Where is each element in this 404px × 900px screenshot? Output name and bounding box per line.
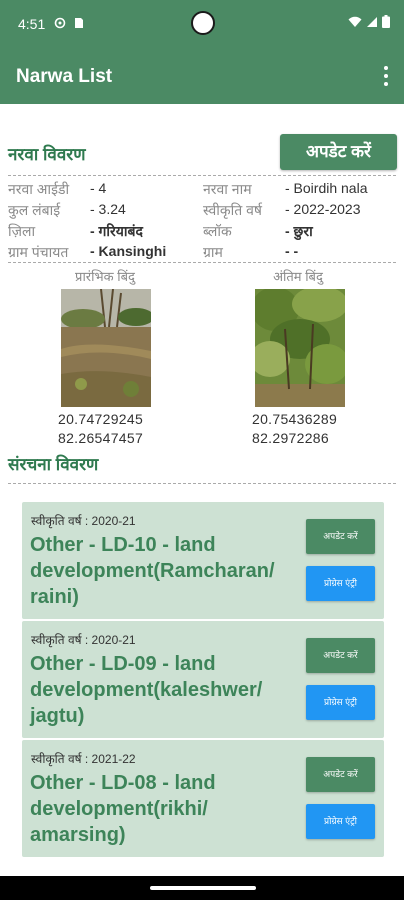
structure-name: Other - LD-08 - land development(rikhi/ … — [30, 772, 216, 846]
field-value: - Boirdih nala — [285, 180, 368, 196]
field-value: - 2022-2023 — [285, 201, 361, 217]
camera-cutout — [191, 11, 215, 35]
field-value: - - — [285, 243, 299, 259]
end-point-latitude: 20.75436289 — [252, 411, 338, 427]
structure-approval-year: स्वीकृति वर्ष : 2021-22 — [31, 752, 136, 766]
field-narwa-id: नरवा आईडी — [8, 180, 69, 199]
structure-progress-entry-button[interactable]: प्रोग्रेस एंट्री — [306, 685, 375, 720]
divider — [8, 175, 396, 176]
structure-progress-entry-button[interactable]: प्रोग्रेस एंट्री — [306, 804, 375, 839]
app-bar: Narwa List — [0, 50, 404, 104]
structure-update-button[interactable]: अपडेट करें — [306, 757, 375, 792]
navigation-bar — [0, 876, 404, 900]
sim-card-icon — [75, 18, 83, 28]
field-label: नरवा आईडी — [8, 181, 70, 197]
field-district: ज़िला — [8, 222, 35, 241]
app-screen: 4:51 Narwa List नरवा विवरण अपडेट करें नर… — [0, 0, 404, 900]
field-label: स्वीकृति वर्ष — [203, 202, 262, 218]
start-point-photo[interactable] — [61, 289, 151, 407]
field-gram-panchayat-value: - Kansinghi — [90, 243, 166, 259]
structure-approval-year: स्वीकृति वर्ष : 2020-21 — [31, 633, 136, 647]
structure-name: Other - LD-10 - land development(Ramchar… — [30, 534, 275, 608]
field-label: कुल लंबाई — [8, 202, 61, 218]
field-narwa-id-value: - 4 — [90, 180, 106, 196]
field-village: ग्राम — [203, 243, 223, 262]
field-label: ग्राम पंचायत — [8, 244, 69, 260]
field-length: कुल लंबाई — [8, 201, 60, 220]
divider — [8, 262, 396, 263]
signal-icon — [367, 16, 377, 27]
structure-section-title: संरचना विवरण — [8, 455, 99, 474]
start-point-latitude: 20.74729245 — [58, 411, 144, 427]
field-block-value: - छुरा — [285, 222, 313, 241]
field-value: - Kansinghi — [90, 243, 167, 259]
start-point-longitude: 82.26547457 — [58, 430, 144, 446]
field-gram-panchayat: ग्राम पंचायत — [8, 243, 68, 262]
structure-progress-entry-button[interactable]: प्रोग्रेस एंट्री — [306, 566, 375, 601]
field-village-value: - - — [285, 243, 298, 259]
field-block: ब्लॉक — [203, 222, 232, 241]
narwa-section-title: नरवा विवरण — [8, 145, 86, 164]
end-point-longitude: 82.2972286 — [252, 430, 329, 446]
structure-name: Other - LD-09 - land development(kaleshw… — [30, 653, 263, 727]
end-point-label: अंतिम बिंदु — [273, 269, 323, 284]
structure-update-button[interactable]: अपडेट करें — [306, 519, 375, 554]
narwa-update-button[interactable]: अपडेट करें — [280, 134, 397, 170]
field-approval-year-value: - 2022-2023 — [285, 201, 361, 217]
field-label: ग्राम — [203, 244, 223, 260]
overflow-menu-icon[interactable] — [382, 66, 390, 86]
field-value: - गरियाबंद — [90, 223, 143, 239]
field-label: नरवा नाम — [203, 181, 252, 197]
home-gesture-handle[interactable] — [150, 886, 256, 890]
structure-update-button[interactable]: अपडेट करें — [306, 638, 375, 673]
structure-card[interactable]: स्वीकृति वर्ष : 2020-21 Other - LD-09 - … — [22, 621, 384, 738]
status-indicators — [348, 15, 390, 28]
app-title: Narwa List — [16, 66, 113, 87]
field-length-value: - 3.24 — [90, 201, 126, 217]
status-bar: 4:51 — [0, 0, 404, 50]
field-label: ब्लॉक — [203, 223, 232, 239]
structure-card[interactable]: स्वीकृति वर्ष : 2021-22 Other - LD-08 - … — [22, 740, 384, 857]
start-point-label: प्रारंभिक बिंदु — [75, 269, 135, 284]
structure-approval-year: स्वीकृति वर्ष : 2020-21 — [31, 514, 136, 528]
wifi-icon — [348, 16, 362, 27]
field-value: - 3.24 — [90, 201, 126, 217]
field-label: ज़िला — [8, 223, 36, 239]
status-time: 4:51 — [18, 16, 46, 32]
divider — [8, 483, 396, 484]
settings-status-icon — [54, 17, 66, 29]
battery-icon — [382, 15, 390, 28]
field-value: - छुरा — [285, 223, 313, 239]
structure-card[interactable]: स्वीकृति वर्ष : 2020-21 Other - LD-10 - … — [22, 502, 384, 619]
field-narwa-name-value: - Boirdih nala — [285, 180, 368, 196]
field-district-value: - गरियाबंद — [90, 222, 143, 241]
field-narwa-name: नरवा नाम — [203, 180, 252, 199]
field-approval-year: स्वीकृति वर्ष — [203, 201, 262, 220]
field-value: - 4 — [90, 180, 107, 196]
end-point-photo[interactable] — [255, 289, 345, 407]
